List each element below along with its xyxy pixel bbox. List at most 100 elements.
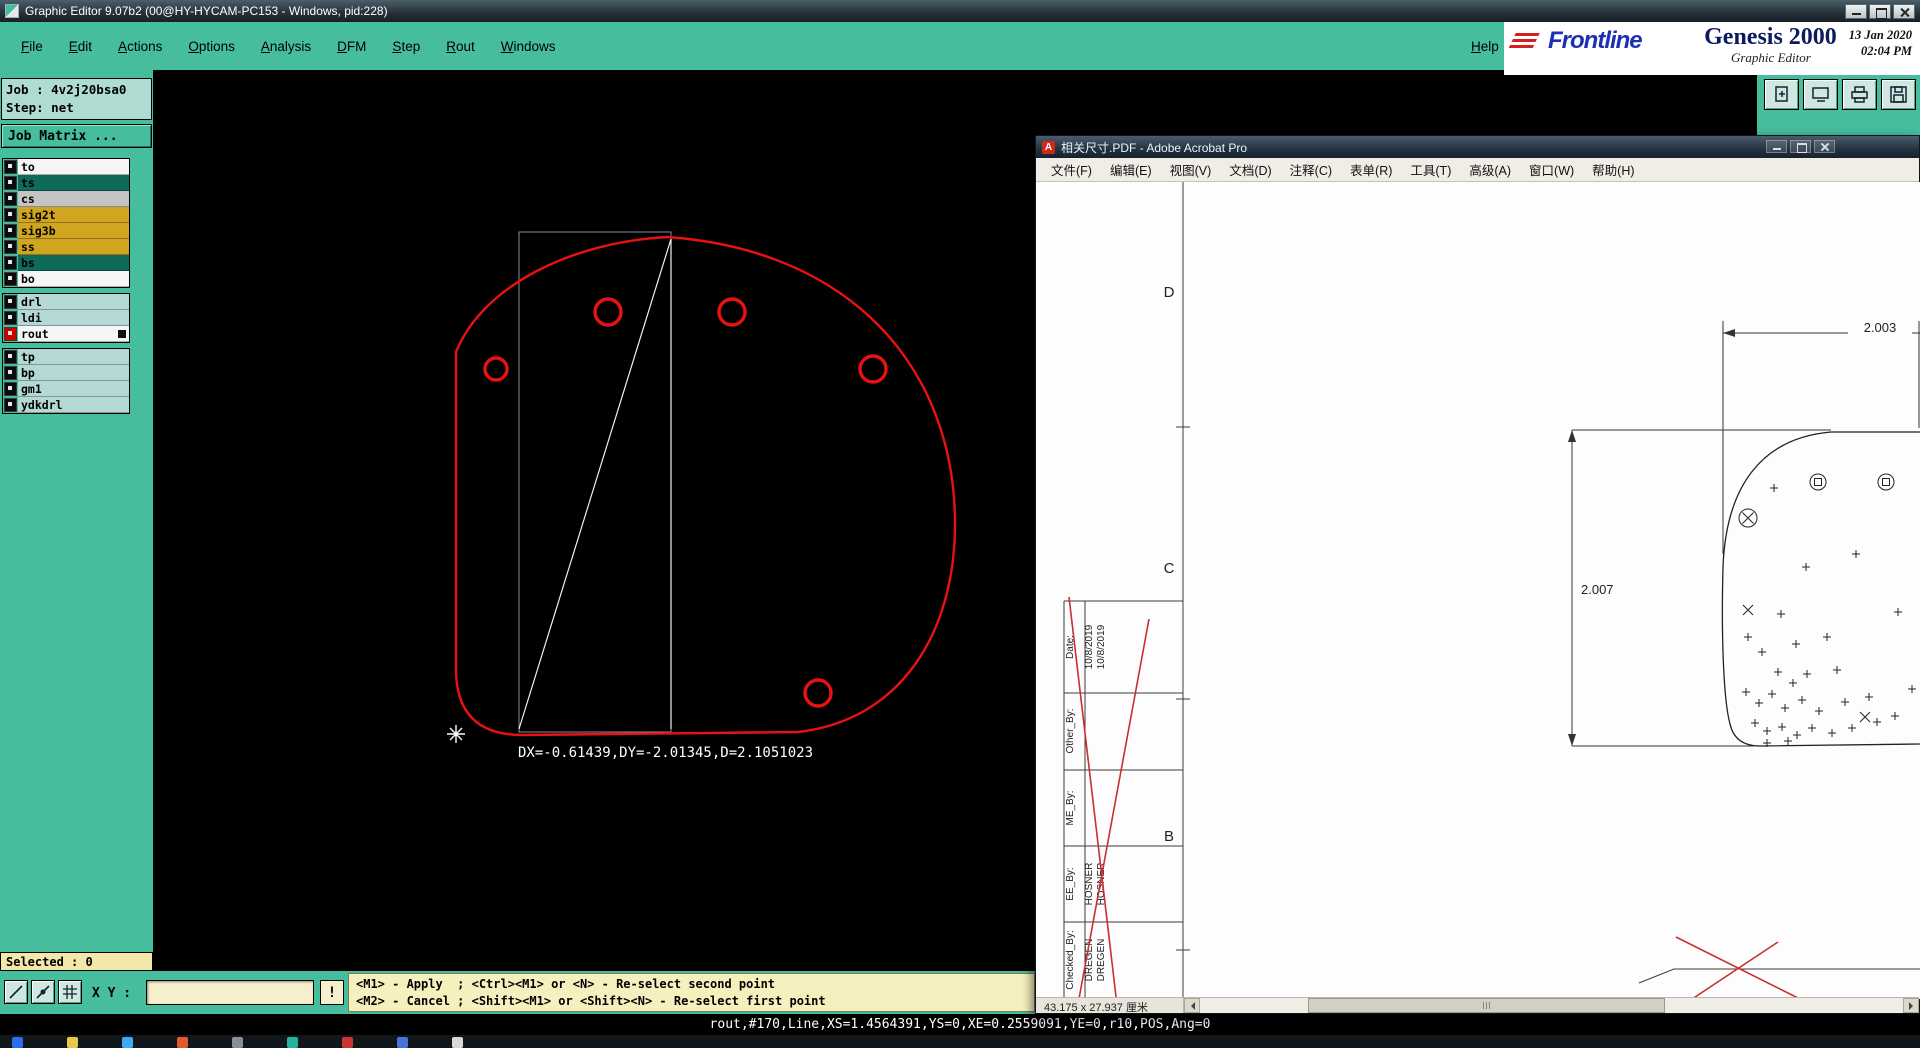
layer-name[interactable]: sig3b [18,223,129,239]
layer-visibility-toggle[interactable] [4,398,17,412]
layer-visibility-toggle[interactable] [4,208,17,222]
menu-step[interactable]: Step [379,35,433,58]
acrobat-titlebar[interactable]: A 相关尺寸.PDF - Adobe Acrobat Pro [1036,136,1919,158]
taskbar-app-icon[interactable] [287,1037,298,1048]
layer-visibility-toggle[interactable] [4,272,17,286]
menu-analysis[interactable]: Analysis [248,35,324,58]
acrobat-menu-tools[interactable]: 工具(T) [1401,156,1460,183]
taskbar-app-icon[interactable] [67,1037,78,1048]
layer-visibility-toggle[interactable] [4,327,17,341]
taskbar-app-icon[interactable] [232,1037,243,1048]
minimize-icon[interactable] [1845,3,1867,19]
circle-square-symbol [1809,473,1827,491]
layer-name[interactable]: drl [18,294,129,310]
layer-name[interactable]: bp [18,365,129,381]
select-line-button[interactable] [4,980,28,1004]
close-icon[interactable] [1893,3,1915,19]
me-by-label: ME_By: [1065,790,1076,825]
taskbar-app-icon[interactable] [397,1037,408,1048]
layer-visibility-toggle[interactable] [4,240,17,254]
menu-dfm[interactable]: DFM [324,35,379,58]
horizontal-scrollbar[interactable] [1184,998,1919,1013]
acrobat-close-icon[interactable] [1814,140,1835,153]
layer-name[interactable]: ldi [18,310,129,326]
layer-row[interactable]: bo [3,271,129,287]
screen-button[interactable] [1803,79,1838,110]
taskbar-app-icon[interactable] [122,1037,133,1048]
taskbar-app-icon[interactable] [342,1037,353,1048]
acrobat-menu-help[interactable]: 帮助(H) [1583,156,1643,183]
layer-row[interactable]: bp [3,365,129,381]
layer-row[interactable]: ts [3,175,129,191]
layer-row[interactable]: to [3,159,129,175]
layer-visibility-toggle[interactable] [4,311,17,325]
menu-windows[interactable]: Windows [488,35,569,58]
print-button[interactable] [1842,79,1877,110]
layer-visibility-toggle[interactable] [4,350,17,364]
layer-row[interactable]: bs [3,255,129,271]
acrobat-menu-document[interactable]: 文档(D) [1220,156,1280,183]
layer-row[interactable]: gm1 [3,381,129,397]
layer-name[interactable]: cs [18,191,129,207]
taskbar-app-icon[interactable] [452,1037,463,1048]
select-point-button[interactable] [31,980,55,1004]
xy-input[interactable] [146,980,314,1005]
acrobat-minimize-icon[interactable] [1766,140,1787,153]
acrobat-menu-view[interactable]: 视图(V) [1161,156,1221,183]
layer-visibility-toggle[interactable] [4,256,17,270]
save-button[interactable] [1881,79,1916,110]
layer-name[interactable]: rout [18,326,129,342]
layer-name[interactable]: bs [18,255,129,271]
acrobat-maximize-icon[interactable] [1790,140,1811,153]
layer-name[interactable]: ss [18,239,129,255]
acrobat-menu-window[interactable]: 窗口(W) [1520,156,1583,183]
load-button[interactable] [1764,79,1799,110]
menu-edit[interactable]: Edit [56,35,105,58]
layer-row[interactable]: sig2t [3,207,129,223]
acrobat-menu-edit[interactable]: 编辑(E) [1101,156,1161,183]
maximize-icon[interactable] [1869,3,1891,19]
scroll-right-button[interactable] [1903,998,1919,1013]
layer-name[interactable]: sig2t [18,207,129,223]
layer-visibility-toggle[interactable] [4,366,17,380]
layer-row[interactable]: sig3b [3,223,129,239]
layer-row[interactable]: drl [3,294,129,310]
ee-by-label: EE_By: [1065,867,1076,900]
layer-row[interactable]: tp [3,349,129,365]
layer-name[interactable]: ts [18,175,129,191]
layer-name[interactable]: ydkdrl [18,397,129,413]
grid-button[interactable] [58,980,82,1004]
layer-visibility-toggle[interactable] [4,224,17,238]
layer-row-active[interactable]: rout [3,326,129,342]
layer-row[interactable]: ss [3,239,129,255]
taskbar-app-icon[interactable] [177,1037,188,1048]
menu-file[interactable]: File [8,35,56,58]
layer-visibility-toggle[interactable] [4,176,17,190]
menu-rout[interactable]: Rout [433,35,488,58]
acrobat-menu-forms[interactable]: 表单(R) [1341,156,1401,183]
menu-options[interactable]: Options [175,35,248,58]
job-matrix-button[interactable]: Job Matrix ... [1,124,152,148]
layer-row[interactable]: cs [3,191,129,207]
scrollbar-thumb[interactable] [1308,998,1665,1013]
layer-name[interactable]: tp [18,349,129,365]
acrobat-menu-advanced[interactable]: 高级(A) [1460,156,1520,183]
acrobat-menu-comments[interactable]: 注释(C) [1281,156,1341,183]
layer-visibility-toggle[interactable] [4,382,17,396]
layer-visibility-toggle[interactable] [4,160,17,174]
taskbar-app-icon[interactable] [12,1037,23,1048]
scroll-left-button[interactable] [1184,998,1200,1013]
prompt-button[interactable]: ! [320,980,344,1005]
layer-name[interactable]: to [18,159,129,175]
menu-actions[interactable]: Actions [105,35,175,58]
genesis-titlebar[interactable]: Graphic Editor 9.07b2 (00@HY-HYCAM-PC153… [0,0,1920,22]
layer-name[interactable]: gm1 [18,381,129,397]
layer-row[interactable]: ydkdrl [3,397,129,413]
layer-row[interactable]: ldi [3,310,129,326]
product-subtitle: Graphic Editor [1730,50,1811,66]
pdf-document[interactable]: 2.003 2.007 D C B Date: 10/8/2019 10/8/2… [1036,182,1920,999]
layer-name[interactable]: bo [18,271,129,287]
layer-visibility-toggle[interactable] [4,192,17,206]
acrobat-menu-file[interactable]: 文件(F) [1042,156,1101,183]
layer-visibility-toggle[interactable] [4,295,17,309]
